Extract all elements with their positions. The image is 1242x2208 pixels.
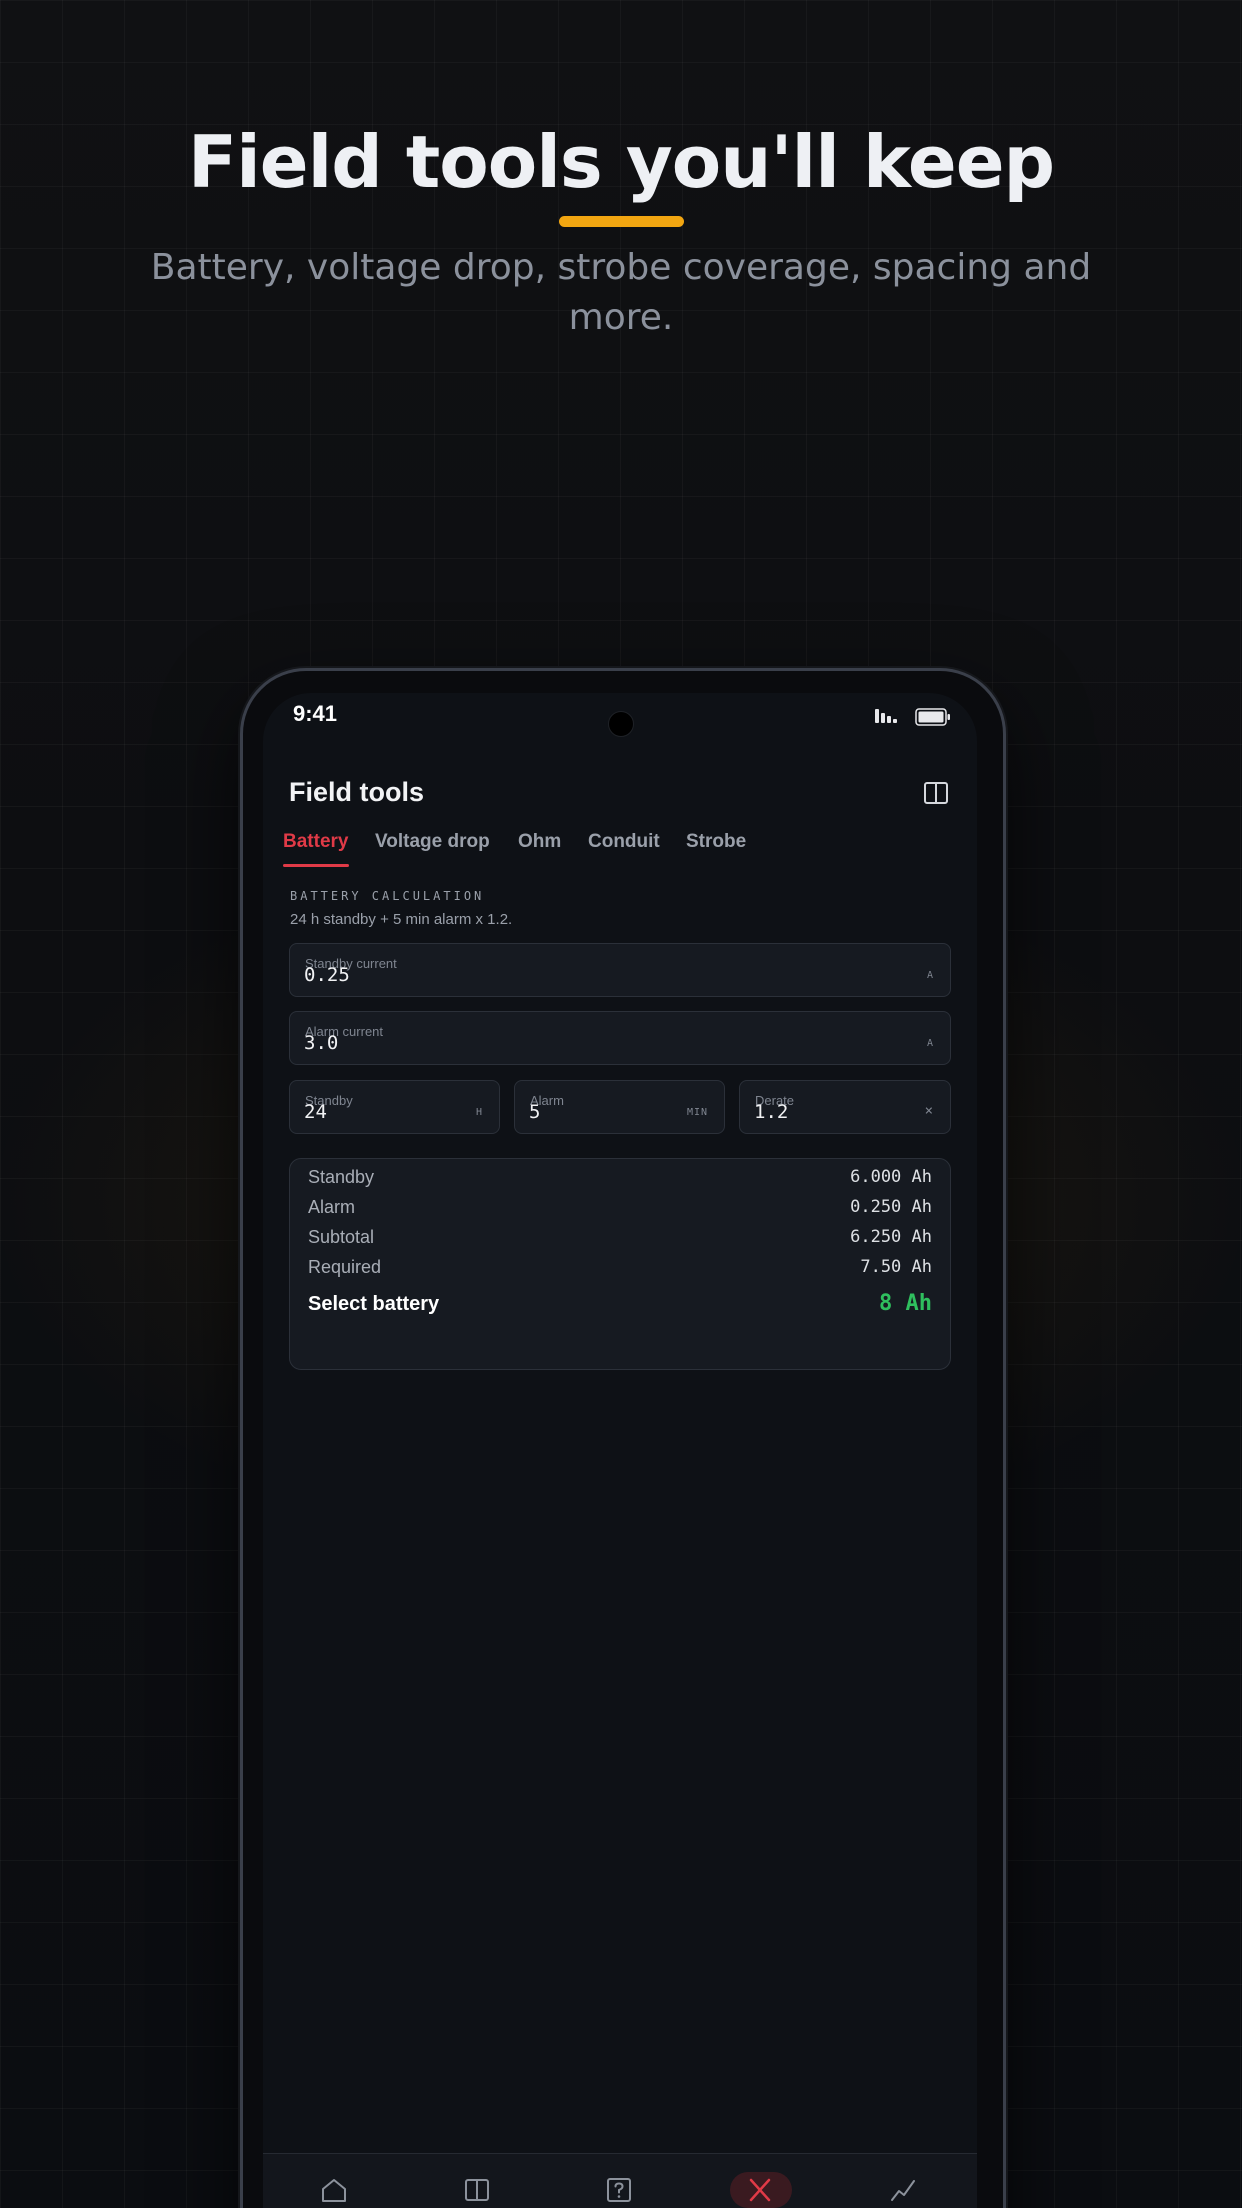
status-time: 9:41 <box>293 701 338 726</box>
derate-field[interactable]: Derate × <box>739 1080 951 1134</box>
result-value: 0.250 Ah <box>850 1197 932 1217</box>
tab-conduit-label: Conduit <box>588 831 660 852</box>
tab-strobe[interactable]: Strobe <box>686 831 746 853</box>
tab-ohm[interactable]: Ohm <box>518 831 561 853</box>
nav-help[interactable] <box>589 2172 651 2208</box>
tab-ohm-label: Ohm <box>518 831 562 852</box>
status-bar: 9:41 <box>263 693 977 753</box>
help-icon <box>607 2178 631 2202</box>
results-card: Standby 6.000 Ah Alarm 0.250 Ah Subtotal… <box>289 1158 951 1370</box>
home-icon <box>322 2179 346 2202</box>
phone-frame: 9:41 Field tools Battery Voltage drop Oh… <box>240 668 1006 2208</box>
signal-icon <box>875 709 897 723</box>
derate-input[interactable] <box>754 1101 901 1123</box>
bottom-navigation <box>263 2153 977 2208</box>
hero-subtitle: Battery, voltage drop, strobe coverage, … <box>150 247 1092 338</box>
battery-status-icon <box>915 708 950 726</box>
page: Field tools you'll keep Battery, voltage… <box>0 0 1242 2208</box>
alarm-current-unit: A <box>926 1038 934 1049</box>
section-description: 24 h standby + 5 min alarm x 1.2. <box>290 911 513 928</box>
selected-battery-value: 8 Ah <box>879 1291 932 1316</box>
result-label: Standby <box>308 1167 375 1187</box>
app-title: Field tools <box>289 777 424 807</box>
tab-voltage-drop[interactable]: Voltage drop <box>375 831 490 853</box>
nav-chart[interactable] <box>873 2172 935 2208</box>
result-label: Required <box>308 1257 382 1277</box>
standby-hours-field[interactable]: Standby H <box>289 1080 500 1134</box>
tab-conduit[interactable]: Conduit <box>588 831 660 853</box>
alarm-minutes-input[interactable] <box>529 1101 676 1123</box>
nav-tools[interactable] <box>730 2172 792 2208</box>
standby-current-unit: A <box>926 970 934 981</box>
tab-battery-label: Battery <box>283 831 349 852</box>
tab-battery[interactable]: Battery <box>283 831 348 853</box>
tab-strobe-label: Strobe <box>686 831 747 852</box>
result-row-subtotal: Subtotal 6.250 Ah <box>308 1227 932 1257</box>
result-label: Subtotal <box>308 1227 375 1247</box>
result-value: 6.000 Ah <box>850 1167 932 1187</box>
result-label: Alarm <box>308 1197 356 1217</box>
nav-home[interactable] <box>304 2172 366 2208</box>
standby-hours-unit: H <box>475 1107 483 1118</box>
section-label: BATTERY CALCULATION <box>290 889 485 903</box>
panel-icon <box>465 2179 489 2201</box>
hero-title: Field tools you'll keep <box>187 120 1055 204</box>
result-value: 6.250 Ah <box>850 1227 932 1247</box>
selected-battery-row: Select battery 8 Ah <box>308 1291 932 1323</box>
chart-icon <box>891 2180 915 2201</box>
alarm-minutes-unit: MIN <box>686 1107 708 1118</box>
result-value: 7.50 Ah <box>860 1257 932 1277</box>
front-camera <box>608 711 634 737</box>
tab-voltage-drop-label: Voltage drop <box>375 831 490 852</box>
panel-toggle-icon[interactable] <box>923 781 949 805</box>
alarm-minutes-field[interactable]: Alarm MIN <box>514 1080 725 1134</box>
result-row-alarm: Alarm 0.250 Ah <box>308 1197 932 1227</box>
nav-panel[interactable] <box>447 2172 509 2208</box>
active-tab-indicator <box>283 864 349 867</box>
result-row-standby: Standby 6.000 Ah <box>308 1167 932 1197</box>
hero-title-underline <box>559 216 684 227</box>
alarm-current-field[interactable]: Alarm current A <box>289 1011 951 1065</box>
tools-icon <box>749 2178 771 2202</box>
result-row-required: Required 7.50 Ah <box>308 1257 932 1287</box>
standby-hours-input[interactable] <box>304 1101 451 1123</box>
standby-current-field[interactable]: Standby current A <box>289 943 951 997</box>
selected-battery-label: Select battery <box>308 1293 440 1315</box>
alarm-current-input[interactable] <box>304 1032 766 1054</box>
phone-screen: 9:41 Field tools Battery Voltage drop Oh… <box>263 693 977 2208</box>
derate-unit: × <box>924 1103 934 1119</box>
standby-current-input[interactable] <box>304 964 766 986</box>
